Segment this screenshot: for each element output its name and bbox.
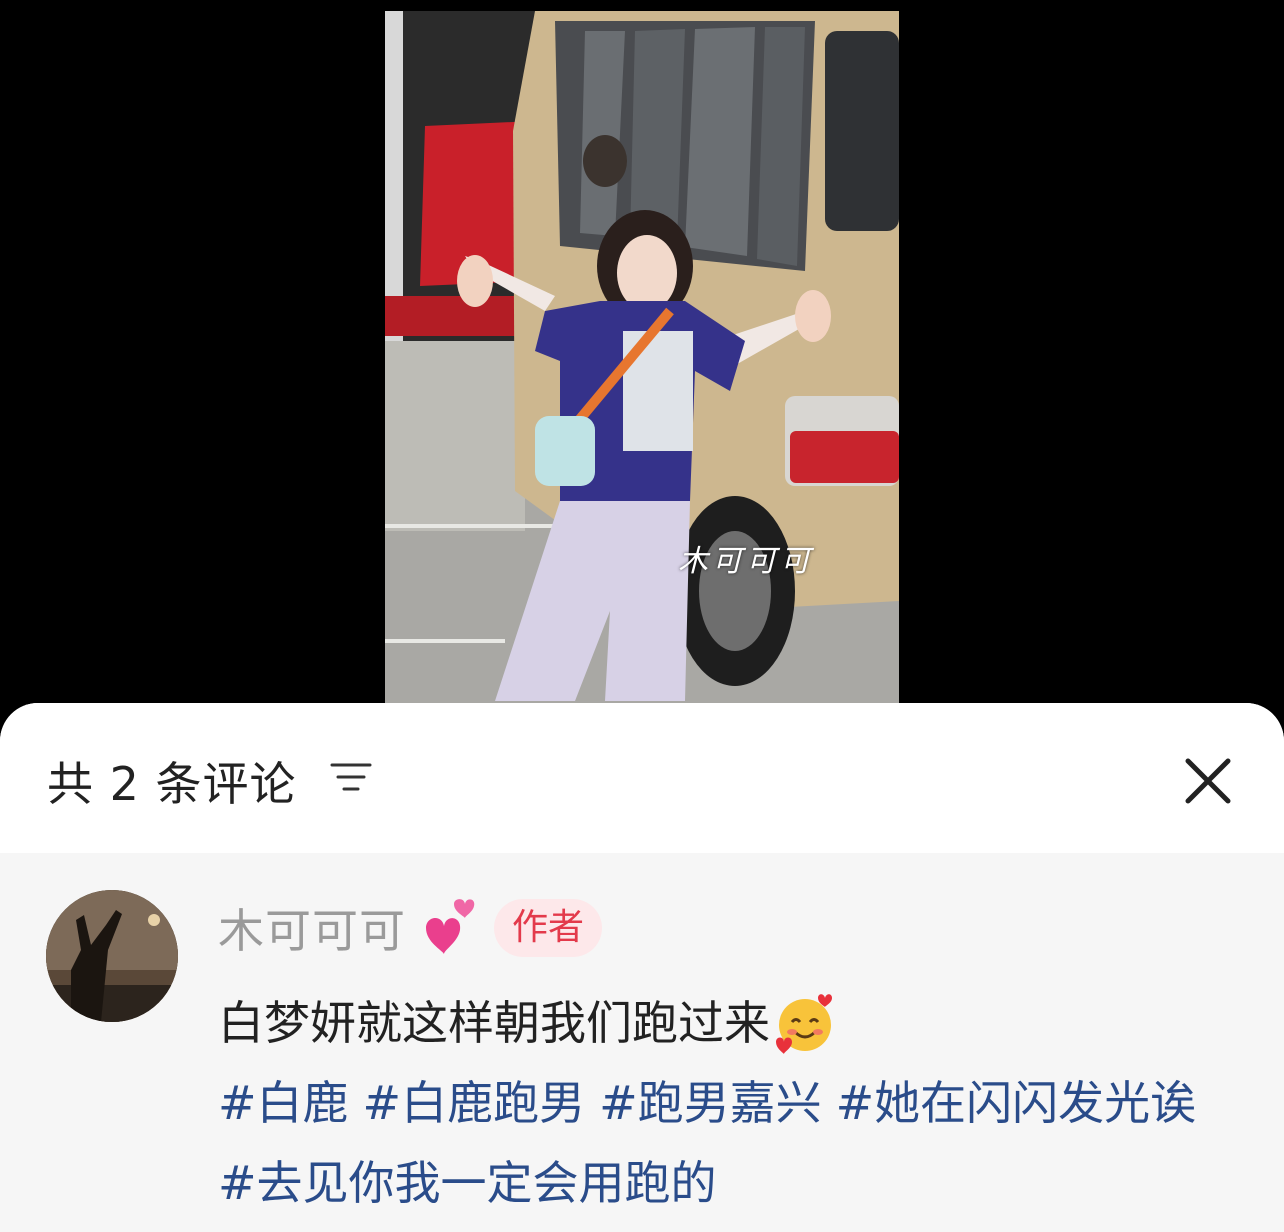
app-root: 木可可可 共 2 条评论 木可可可 作者 白梦妍就这样朝我们跑过来 #白鹿 #白… bbox=[0, 0, 1284, 1232]
comment-item[interactable]: 木可可可 作者 白梦妍就这样朝我们跑过来 #白鹿 #白鹿跑男 #跑男嘉兴 #她在… bbox=[0, 853, 1284, 1232]
two-hearts-emoji bbox=[426, 899, 475, 954]
author-badge: 作者 bbox=[494, 899, 603, 957]
hashtag-link[interactable]: #白鹿 bbox=[218, 1076, 349, 1130]
comment-count-title: 共 2 条评论 bbox=[47, 757, 297, 811]
comment-text: 白梦妍就这样朝我们跑过来 bbox=[218, 996, 770, 1050]
smiling-face-with-hearts-emoji bbox=[776, 994, 832, 1054]
avatar[interactable] bbox=[46, 890, 178, 1022]
comment-body: 白梦妍就这样朝我们跑过来 #白鹿 #白鹿跑男 #跑男嘉兴 #她在闪闪发光诶#去见… bbox=[218, 983, 1228, 1223]
comment-list: 木可可可 作者 白梦妍就这样朝我们跑过来 #白鹿 #白鹿跑男 #跑男嘉兴 #她在… bbox=[0, 853, 1284, 1232]
comment-author-name[interactable]: 木可可可 bbox=[218, 895, 406, 961]
video-watermark: 木可可可 bbox=[678, 544, 814, 579]
comment-text-line: 白梦妍就这样朝我们跑过来 bbox=[218, 983, 1228, 1063]
avatar-image bbox=[46, 890, 178, 1022]
hashtag-link[interactable]: #她在闪闪发光诶 bbox=[836, 1076, 1197, 1130]
comment-hashtags: #白鹿 #白鹿跑男 #跑男嘉兴 #她在闪闪发光诶 #去见你我一定会用跑的 bbox=[218, 1063, 1228, 1223]
comment-author-row: 木可可可 作者 bbox=[218, 895, 603, 961]
hashtag-link[interactable]: #去见你我一定会用跑的 bbox=[218, 1156, 717, 1210]
close-icon[interactable] bbox=[1178, 751, 1238, 811]
hashtag-link[interactable]: #白鹿跑男 bbox=[363, 1076, 586, 1130]
video-frame-image bbox=[385, 11, 899, 711]
video-player[interactable]: 木可可可 bbox=[385, 11, 899, 711]
sort-lines-icon[interactable] bbox=[330, 761, 372, 793]
hashtag-link[interactable]: #跑男嘉兴 bbox=[599, 1076, 822, 1130]
comments-header: 共 2 条评论 bbox=[0, 703, 1284, 853]
comments-sheet: 共 2 条评论 木可可可 作者 白梦妍就这样朝我们跑过来 #白鹿 #白鹿跑男 #… bbox=[0, 703, 1284, 1232]
